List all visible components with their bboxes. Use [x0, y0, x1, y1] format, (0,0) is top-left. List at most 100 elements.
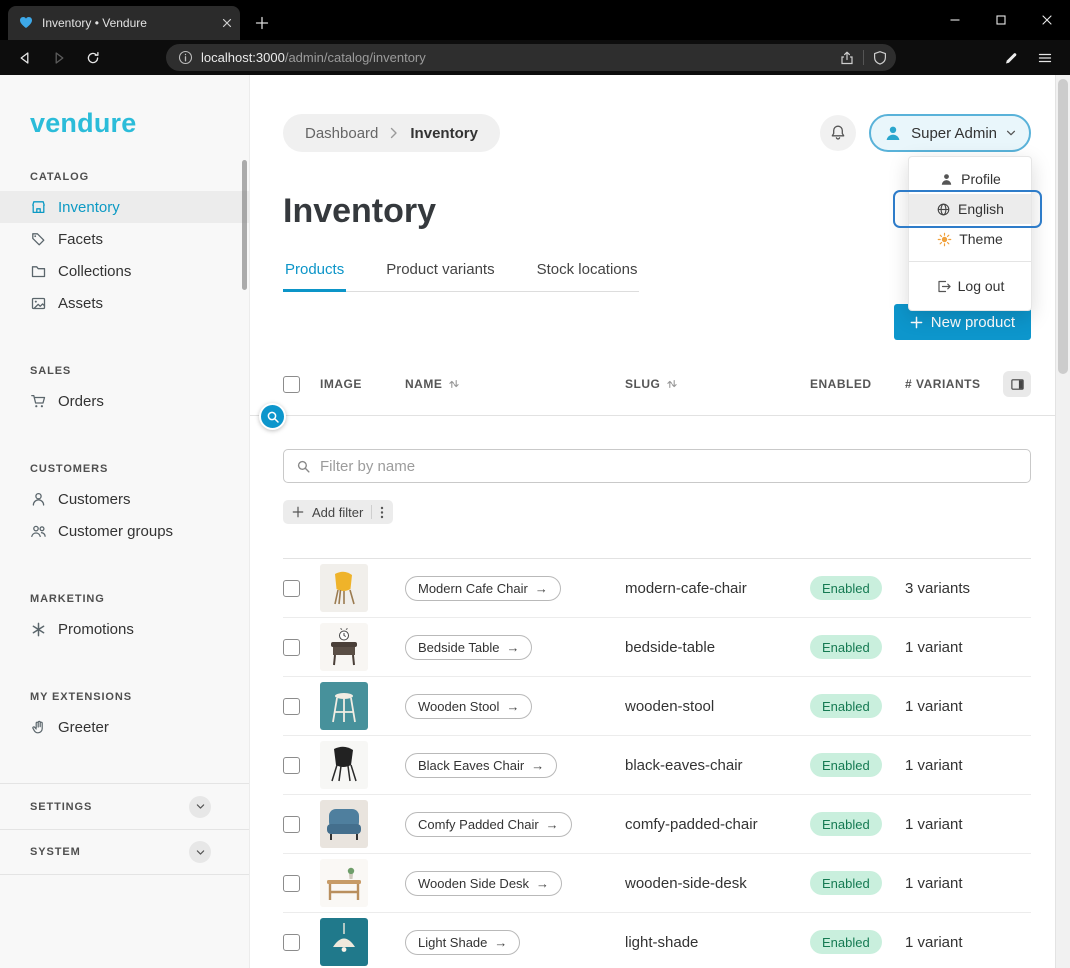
- browser-navbar: localhost:3000/admin/catalog/inventory: [0, 40, 1070, 75]
- menu-item-theme[interactable]: Theme: [909, 224, 1031, 254]
- search-toggle-button[interactable]: [259, 403, 286, 430]
- bell-icon: [829, 124, 847, 142]
- chevron-down-icon: [1005, 127, 1017, 139]
- table-row[interactable]: Modern Cafe Chair → modern-cafe-chair En…: [283, 559, 1031, 618]
- more-options-icon[interactable]: [380, 506, 384, 519]
- nav-section-customers: CUSTOMERS Customers Customer groups: [0, 463, 249, 547]
- row-checkbox[interactable]: [283, 816, 300, 833]
- column-header-variants[interactable]: # VARIANTS: [905, 371, 1031, 397]
- tab-product-variants[interactable]: Product variants: [384, 261, 496, 291]
- columns-icon: [1010, 377, 1025, 392]
- menu-item-profile[interactable]: Profile: [909, 164, 1031, 194]
- column-header-enabled[interactable]: ENABLED: [810, 377, 905, 391]
- menu-item-logout[interactable]: Log out: [909, 269, 1031, 303]
- product-name-link[interactable]: Bedside Table →: [405, 635, 532, 660]
- tab-stock-locations[interactable]: Stock locations: [535, 261, 640, 291]
- minimize-button[interactable]: [932, 0, 978, 40]
- row-checkbox[interactable]: [283, 698, 300, 715]
- tab-products[interactable]: Products: [283, 261, 346, 291]
- table-row[interactable]: Wooden Stool → wooden-stool Enabled 1 va…: [283, 677, 1031, 736]
- forward-button[interactable]: [44, 44, 74, 72]
- arrow-right-icon: →: [506, 641, 519, 654]
- sidebar-item-inventory[interactable]: Inventory: [0, 191, 249, 223]
- refresh-button[interactable]: [78, 44, 108, 72]
- sidebar-section-settings[interactable]: SETTINGS: [0, 783, 249, 829]
- user-menu-button[interactable]: Super Admin: [869, 114, 1031, 152]
- column-header-name[interactable]: NAME: [405, 377, 625, 391]
- share-icon: [839, 50, 855, 66]
- sidebar-scrollbar-thumb[interactable]: [242, 160, 247, 290]
- page-scrollbar[interactable]: [1055, 75, 1070, 968]
- enabled-badge: Enabled: [810, 694, 882, 718]
- row-checkbox[interactable]: [283, 757, 300, 774]
- back-button[interactable]: [10, 44, 40, 72]
- product-name-link[interactable]: Modern Cafe Chair →: [405, 576, 561, 601]
- page-scrollbar-thumb[interactable]: [1058, 79, 1068, 374]
- inventory-icon: [30, 199, 47, 216]
- new-product-label: New product: [931, 314, 1015, 331]
- url-host: localhost:3000: [201, 50, 285, 65]
- language-icon: [936, 202, 951, 217]
- browser-tab[interactable]: Inventory • Vendure: [8, 6, 240, 40]
- variant-count: 1 variant: [905, 698, 1031, 715]
- sidebar-item-orders[interactable]: Orders: [0, 385, 249, 417]
- maximize-button[interactable]: [978, 0, 1024, 40]
- close-icon: [1041, 14, 1053, 26]
- product-name-link[interactable]: Comfy Padded Chair →: [405, 812, 572, 837]
- share-button[interactable]: [839, 50, 855, 66]
- row-checkbox[interactable]: [283, 580, 300, 597]
- tab-close-icon[interactable]: [222, 18, 232, 28]
- sidebar-item-label: Customer groups: [58, 523, 173, 540]
- sidebar-item-promotions[interactable]: Promotions: [0, 613, 249, 645]
- close-button[interactable]: [1024, 0, 1070, 40]
- column-header-slug[interactable]: SLUG: [625, 377, 810, 391]
- vendure-favicon: [18, 15, 34, 31]
- add-filter-button[interactable]: Add filter: [283, 500, 393, 524]
- sidebar-item-customers[interactable]: Customers: [0, 483, 249, 515]
- row-checkbox[interactable]: [283, 639, 300, 656]
- system-expand-button[interactable]: [189, 841, 211, 863]
- browser-menu-button[interactable]: [1030, 44, 1060, 72]
- table-row[interactable]: Comfy Padded Chair → comfy-padded-chair …: [283, 795, 1031, 854]
- product-slug: bedside-table: [625, 639, 810, 656]
- column-settings-button[interactable]: [1003, 371, 1031, 397]
- select-all-checkbox[interactable]: [283, 376, 300, 393]
- sidebar-item-facets[interactable]: Facets: [0, 223, 249, 255]
- vendure-logo[interactable]: vendure: [30, 108, 249, 139]
- settings-expand-button[interactable]: [189, 796, 211, 818]
- table-row[interactable]: Wooden Side Desk → wooden-side-desk Enab…: [283, 854, 1031, 913]
- row-checkbox[interactable]: [283, 875, 300, 892]
- settings-label: SETTINGS: [30, 801, 92, 813]
- tab-title: Inventory • Vendure: [42, 16, 214, 30]
- notifications-button[interactable]: [820, 115, 856, 151]
- edit-extension-button[interactable]: [996, 44, 1026, 72]
- table-row[interactable]: Bedside Table → bedside-table Enabled 1 …: [283, 618, 1031, 677]
- product-name-link[interactable]: Wooden Stool →: [405, 694, 532, 719]
- user-name: Super Admin: [911, 125, 997, 142]
- product-name-link[interactable]: Light Shade →: [405, 930, 520, 955]
- sidebar-item-customer-groups[interactable]: Customer groups: [0, 515, 249, 547]
- product-name-link[interactable]: Wooden Side Desk →: [405, 871, 562, 896]
- sidebar-section-system[interactable]: SYSTEM: [0, 829, 249, 875]
- arrow-right-icon: →: [494, 936, 507, 949]
- user-dropdown-menu: Profile English Theme: [908, 156, 1032, 311]
- product-name-link[interactable]: Black Eaves Chair →: [405, 753, 557, 778]
- shield-button[interactable]: [872, 50, 888, 66]
- sidebar-item-greeter[interactable]: Greeter: [0, 711, 249, 743]
- product-thumbnail: [320, 859, 368, 907]
- column-header-image[interactable]: IMAGE: [320, 377, 405, 391]
- new-tab-button[interactable]: [248, 9, 276, 37]
- section-label-my-extensions: MY EXTENSIONS: [30, 691, 249, 703]
- url-bar[interactable]: localhost:3000/admin/catalog/inventory: [166, 44, 896, 71]
- breadcrumb-dashboard[interactable]: Dashboard: [305, 125, 378, 142]
- sidebar-item-label: Inventory: [58, 199, 120, 216]
- sidebar-item-assets[interactable]: Assets: [0, 287, 249, 319]
- breadcrumb-current[interactable]: Inventory: [410, 125, 478, 142]
- row-checkbox[interactable]: [283, 934, 300, 951]
- chevron-down-icon: [195, 801, 206, 812]
- table-row[interactable]: Light Shade → light-shade Enabled 1 vari…: [283, 913, 1031, 968]
- menu-item-language[interactable]: English: [909, 194, 1031, 224]
- table-row[interactable]: Black Eaves Chair → black-eaves-chair En…: [283, 736, 1031, 795]
- filter-by-name-input[interactable]: [320, 458, 1018, 475]
- sidebar-item-collections[interactable]: Collections: [0, 255, 249, 287]
